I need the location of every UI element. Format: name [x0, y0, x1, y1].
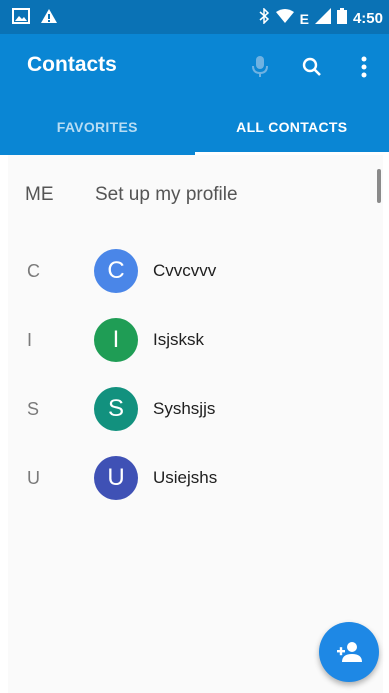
me-label: ME: [25, 184, 54, 205]
avatar-initial: I: [112, 326, 120, 353]
add-contact-button[interactable]: [319, 622, 379, 682]
contact-name: Cvvcvvv: [153, 261, 217, 280]
signal-icon: [314, 8, 331, 29]
tab-all-contacts-label: ALL CONTACTS: [236, 119, 348, 135]
app-bar: Contacts: [0, 34, 389, 99]
tab-bar: FAVORITES ALL CONTACTS: [0, 99, 389, 155]
mic-button[interactable]: [245, 52, 275, 82]
section-letter: I: [27, 330, 33, 350]
image-icon: [12, 8, 30, 29]
tab-favorites[interactable]: FAVORITES: [0, 99, 195, 155]
wifi-icon: [275, 9, 294, 28]
tab-favorites-label: FAVORITES: [56, 119, 138, 135]
setup-profile-text: Set up my profile: [95, 184, 238, 205]
status-left-icons: [12, 8, 58, 29]
bluetooth-icon: [258, 7, 270, 29]
more-vert-icon: [361, 56, 367, 78]
contact-name: Isjsksk: [153, 330, 204, 349]
status-bar: E 4:50: [0, 0, 389, 34]
avatar: S: [94, 387, 138, 431]
avatar-initial: S: [107, 395, 124, 422]
data-e-icon: E: [299, 10, 309, 27]
search-icon: [302, 57, 321, 76]
add-person-icon: [337, 642, 362, 662]
avatar-initial: U: [107, 464, 125, 491]
warning-icon: [40, 8, 58, 29]
avatar: I: [94, 318, 138, 362]
section-letter: U: [27, 468, 40, 488]
more-options-button[interactable]: [349, 52, 379, 82]
mic-icon: [252, 56, 268, 77]
contact-name: Usiejshs: [153, 468, 218, 487]
list-item[interactable]: C C Cvvcvvv: [8, 241, 368, 301]
section-letter: C: [27, 261, 40, 281]
section-letter: S: [27, 399, 40, 419]
status-right-icons: E 4:50: [258, 7, 383, 29]
avatar-initial: C: [107, 257, 125, 284]
tab-all-contacts[interactable]: ALL CONTACTS: [194, 99, 389, 155]
list-item[interactable]: S S Syshsjjs: [8, 379, 368, 439]
battery-icon: [336, 8, 347, 29]
app-bar-actions: [245, 52, 379, 82]
me-profile-row[interactable]: ME Set up my profile: [8, 173, 368, 217]
status-time: 4:50: [352, 10, 383, 27]
list-item[interactable]: U U Usiejshs: [8, 448, 368, 508]
page-title: Contacts: [27, 53, 117, 76]
scrollbar-thumb[interactable]: [377, 169, 381, 203]
avatar: C: [94, 249, 138, 293]
list-item[interactable]: I I Isjsksk: [8, 310, 368, 370]
contact-name: Syshsjjs: [153, 399, 216, 418]
search-button[interactable]: [297, 52, 327, 82]
avatar: U: [94, 456, 138, 500]
contact-list[interactable]: ME Set up my profile C C Cvvcvvv I I Isj…: [8, 155, 383, 693]
